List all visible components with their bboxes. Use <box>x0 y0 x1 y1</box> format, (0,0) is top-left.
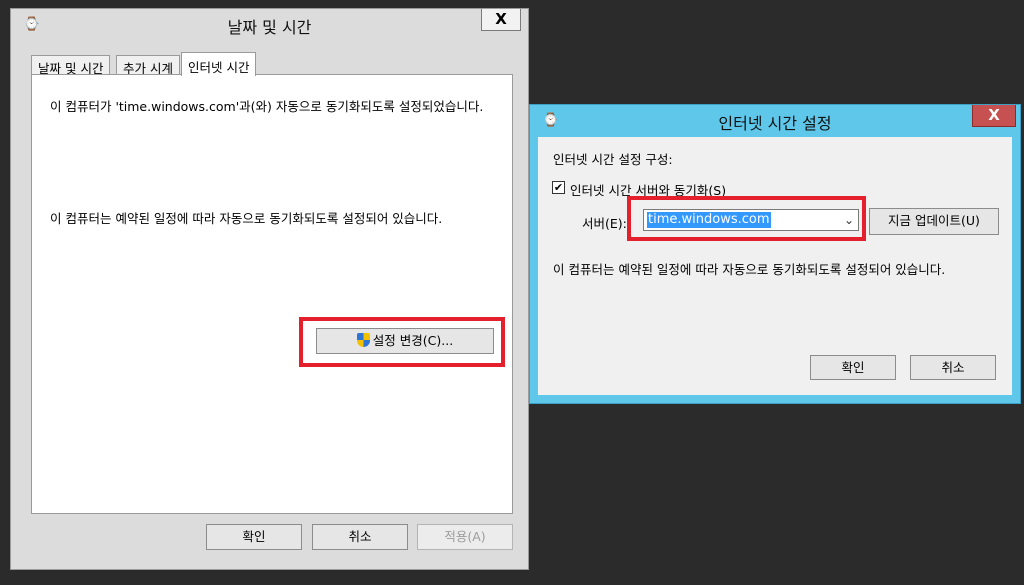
update-now-button[interactable]: 지금 업데이트(U) <box>869 208 999 235</box>
title-bar[interactable]: ⌚ 인터넷 시간 설정 X <box>530 105 1020 137</box>
sync-checkbox-label[interactable]: 인터넷 시간 서버와 동기화(S) <box>570 180 726 199</box>
section-label: 인터넷 시간 설정 구성: <box>553 152 673 167</box>
date-time-window: ⌚ 날짜 및 시간 X 날짜 및 시간 추가 시계 인터넷 시간 이 컴퓨터가 … <box>10 8 529 570</box>
apply-button[interactable]: 적용(A) <box>417 524 513 550</box>
tab-internet-time[interactable]: 인터넷 시간 <box>181 52 257 76</box>
checkmark-icon: ✔ <box>553 181 564 194</box>
window-title: 날짜 및 시간 <box>227 18 312 37</box>
internet-time-panel: 이 컴퓨터가 'time.windows.com'과(와) 자동으로 동기화되도… <box>31 74 513 514</box>
server-label: 서버(E): <box>582 216 627 231</box>
cancel-button[interactable]: 취소 <box>910 355 996 380</box>
server-value[interactable]: time.windows.com <box>647 212 771 228</box>
change-settings-label: 설정 변경(C)... <box>372 333 454 348</box>
schedule-text: 이 컴퓨터는 예약된 일정에 따라 자동으로 동기화되도록 설정되어 있습니다. <box>50 211 443 226</box>
uac-shield-icon <box>356 333 370 347</box>
sync-checkbox[interactable]: ✔ <box>552 181 565 194</box>
close-button[interactable]: X <box>972 105 1016 127</box>
sync-status-text: 이 컴퓨터가 'time.windows.com'과(와) 자동으로 동기화되도… <box>50 99 484 114</box>
dialog-client: 인터넷 시간 설정 구성: ✔ 인터넷 시간 서버와 동기화(S) 서버(E):… <box>538 137 1012 395</box>
window-client: 날짜 및 시간 추가 시계 인터넷 시간 이 컴퓨터가 'time.window… <box>19 41 520 561</box>
server-combobox[interactable]: time.windows.com ⌄ <box>643 209 859 231</box>
title-bar[interactable]: ⌚ 날짜 및 시간 X <box>11 9 528 41</box>
change-settings-button[interactable]: 설정 변경(C)... <box>316 328 494 354</box>
tab-additional-clocks[interactable]: 추가 시계 <box>116 55 180 76</box>
chevron-down-icon[interactable]: ⌄ <box>844 213 854 227</box>
tab-date-time[interactable]: 날짜 및 시간 <box>31 55 111 76</box>
internet-time-settings-dialog: ⌚ 인터넷 시간 설정 X 인터넷 시간 설정 구성: ✔ 인터넷 시간 서버와… <box>529 104 1021 404</box>
schedule-text: 이 컴퓨터는 예약된 일정에 따라 자동으로 동기화되도록 설정되어 있습니다. <box>553 262 946 277</box>
ok-button[interactable]: 확인 <box>810 355 896 380</box>
close-button[interactable]: X <box>481 9 521 31</box>
ok-button[interactable]: 확인 <box>206 524 302 550</box>
dialog-title: 인터넷 시간 설정 <box>718 114 832 133</box>
cancel-button[interactable]: 취소 <box>312 524 408 550</box>
